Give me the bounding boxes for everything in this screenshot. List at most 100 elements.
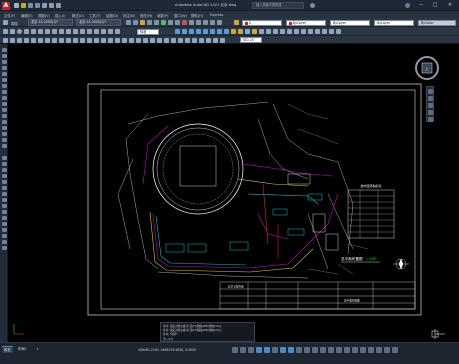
left-trim-icon[interactable] bbox=[1, 210, 7, 214]
toolbar-icon-m[interactable] bbox=[210, 20, 215, 25]
explode-icon[interactable] bbox=[115, 29, 120, 34]
menu-insert[interactable]: 插入(I) bbox=[55, 13, 65, 18]
autocad-logo-icon[interactable]: A bbox=[2, 1, 10, 10]
minimize-button[interactable]: ─ bbox=[416, 1, 426, 9]
isolate-objects-icon[interactable] bbox=[368, 347, 374, 353]
left-rect-icon[interactable] bbox=[1, 72, 7, 76]
area-icon[interactable] bbox=[59, 37, 64, 43]
left-table-icon[interactable] bbox=[1, 138, 7, 142]
menu-parametric[interactable]: 参数(P) bbox=[157, 13, 168, 18]
layer-state-icon[interactable] bbox=[234, 20, 239, 25]
osnap-track-icon[interactable] bbox=[280, 347, 286, 353]
units-icon[interactable] bbox=[344, 347, 350, 353]
layer-iso-icon[interactable] bbox=[273, 29, 278, 34]
tab-document-1[interactable]: 北京-14-2000(1)* bbox=[28, 19, 73, 26]
menu-edit[interactable]: 编辑(E) bbox=[21, 13, 33, 18]
toolbar-icon-f[interactable] bbox=[161, 20, 166, 25]
insert-icon[interactable] bbox=[224, 29, 229, 34]
mirror-icon[interactable] bbox=[73, 29, 78, 34]
lineweight-icon[interactable] bbox=[296, 347, 302, 353]
left-scale-icon[interactable] bbox=[1, 198, 7, 202]
orbit-nav-icon[interactable] bbox=[428, 110, 433, 115]
zoom-extent-icon[interactable] bbox=[24, 37, 29, 43]
endpoint-icon[interactable] bbox=[143, 37, 148, 43]
annotation-scale-icon[interactable] bbox=[320, 347, 326, 353]
match-prop-icon[interactable] bbox=[294, 29, 299, 34]
id-point-icon[interactable] bbox=[73, 37, 78, 43]
search-input[interactable]: 键入关键字或短语 bbox=[252, 2, 304, 9]
menu-express[interactable]: Express bbox=[210, 13, 223, 17]
intersection-icon[interactable] bbox=[178, 37, 183, 43]
left-copy-icon[interactable] bbox=[1, 162, 7, 166]
command-input[interactable]: 键入命令 bbox=[163, 337, 173, 341]
view-icon[interactable] bbox=[87, 37, 92, 43]
left-hatch-icon[interactable] bbox=[1, 120, 7, 124]
tab-document-2[interactable]: 北京-14-2000(2)* bbox=[76, 19, 121, 26]
annotation-visibility-icon[interactable] bbox=[328, 347, 334, 353]
grid-icon[interactable] bbox=[240, 347, 246, 353]
toolbar-icon-i[interactable] bbox=[182, 20, 187, 25]
left-offset-icon[interactable] bbox=[1, 174, 7, 178]
hardware-accel-icon[interactable] bbox=[376, 347, 382, 353]
left-explode-icon[interactable] bbox=[1, 246, 7, 250]
zoom-nav-icon[interactable] bbox=[428, 103, 433, 108]
layer-freeze-icon[interactable] bbox=[245, 29, 250, 34]
toolbar-icon-a[interactable] bbox=[126, 20, 131, 25]
left-erase-icon[interactable] bbox=[1, 156, 7, 160]
save-icon[interactable] bbox=[28, 3, 33, 8]
shade-icon[interactable] bbox=[115, 37, 120, 43]
quadrant-icon[interactable] bbox=[171, 37, 176, 43]
fillet-icon[interactable] bbox=[101, 29, 106, 34]
snap-mode-icon[interactable] bbox=[248, 347, 254, 353]
left-pline-icon[interactable] bbox=[1, 60, 7, 64]
maximize-button[interactable]: □ bbox=[430, 1, 440, 9]
layer-props-icon[interactable] bbox=[231, 29, 236, 34]
ucs-icon[interactable] bbox=[80, 37, 85, 43]
layer-match-icon[interactable] bbox=[259, 29, 264, 34]
named-view-icon[interactable] bbox=[94, 37, 99, 43]
polyline-icon[interactable] bbox=[10, 29, 15, 34]
array-icon[interactable] bbox=[108, 29, 113, 34]
palette-icon[interactable] bbox=[322, 29, 327, 34]
quick-props-icon[interactable] bbox=[352, 347, 358, 353]
close-button[interactable]: ✕ bbox=[445, 1, 455, 9]
ortho-icon[interactable] bbox=[256, 347, 262, 353]
drawing-canvas[interactable]: 技术经济指标表 总平面布置图 1:1000 北京工程咨询 总平面布置图 bbox=[8, 44, 459, 342]
properties-icon[interactable] bbox=[287, 29, 292, 34]
pan-nav-icon[interactable] bbox=[428, 96, 433, 101]
tangent-icon[interactable] bbox=[199, 37, 204, 43]
block-icon[interactable] bbox=[217, 29, 222, 34]
visual-style-icon[interactable] bbox=[122, 37, 127, 43]
left-array-icon[interactable] bbox=[1, 180, 7, 184]
dim-radius-icon[interactable] bbox=[189, 29, 194, 34]
left-extend-icon[interactable] bbox=[1, 216, 7, 220]
left-stretch-icon[interactable] bbox=[1, 204, 7, 208]
dim-style-combo[interactable]: ISO-25 bbox=[240, 37, 262, 43]
help-icon[interactable] bbox=[405, 3, 410, 8]
selection-cycling-icon[interactable] bbox=[312, 347, 318, 353]
left-xline-icon[interactable] bbox=[1, 54, 7, 58]
osnap-icon[interactable] bbox=[136, 37, 141, 43]
design-center-icon[interactable] bbox=[315, 29, 320, 34]
add-layout-button[interactable]: + bbox=[34, 346, 41, 353]
circle-icon[interactable] bbox=[17, 29, 22, 34]
left-polygon-icon[interactable] bbox=[1, 66, 7, 70]
move-icon[interactable] bbox=[52, 29, 57, 34]
regen-icon[interactable] bbox=[45, 37, 50, 43]
clean-screen-icon[interactable] bbox=[384, 347, 390, 353]
toolbar-icon-h[interactable] bbox=[175, 20, 180, 25]
saveas-icon[interactable] bbox=[35, 3, 40, 8]
left-join-icon[interactable] bbox=[1, 228, 7, 232]
left-chamfer-icon[interactable] bbox=[1, 234, 7, 238]
list-icon[interactable] bbox=[66, 37, 71, 43]
zoom-prev-icon[interactable] bbox=[31, 37, 36, 43]
left-block-icon[interactable] bbox=[1, 108, 7, 112]
redo-icon[interactable] bbox=[56, 3, 61, 8]
extend-icon[interactable] bbox=[87, 29, 92, 34]
menu-format[interactable]: 格式(O) bbox=[72, 13, 84, 18]
osnap-settings-icon[interactable] bbox=[220, 37, 225, 43]
toolbar-icon-g[interactable] bbox=[168, 20, 173, 25]
toolbar-icon-b[interactable] bbox=[133, 20, 138, 25]
toolbar-icon-n[interactable] bbox=[217, 20, 222, 25]
polar-icon[interactable] bbox=[264, 347, 270, 353]
